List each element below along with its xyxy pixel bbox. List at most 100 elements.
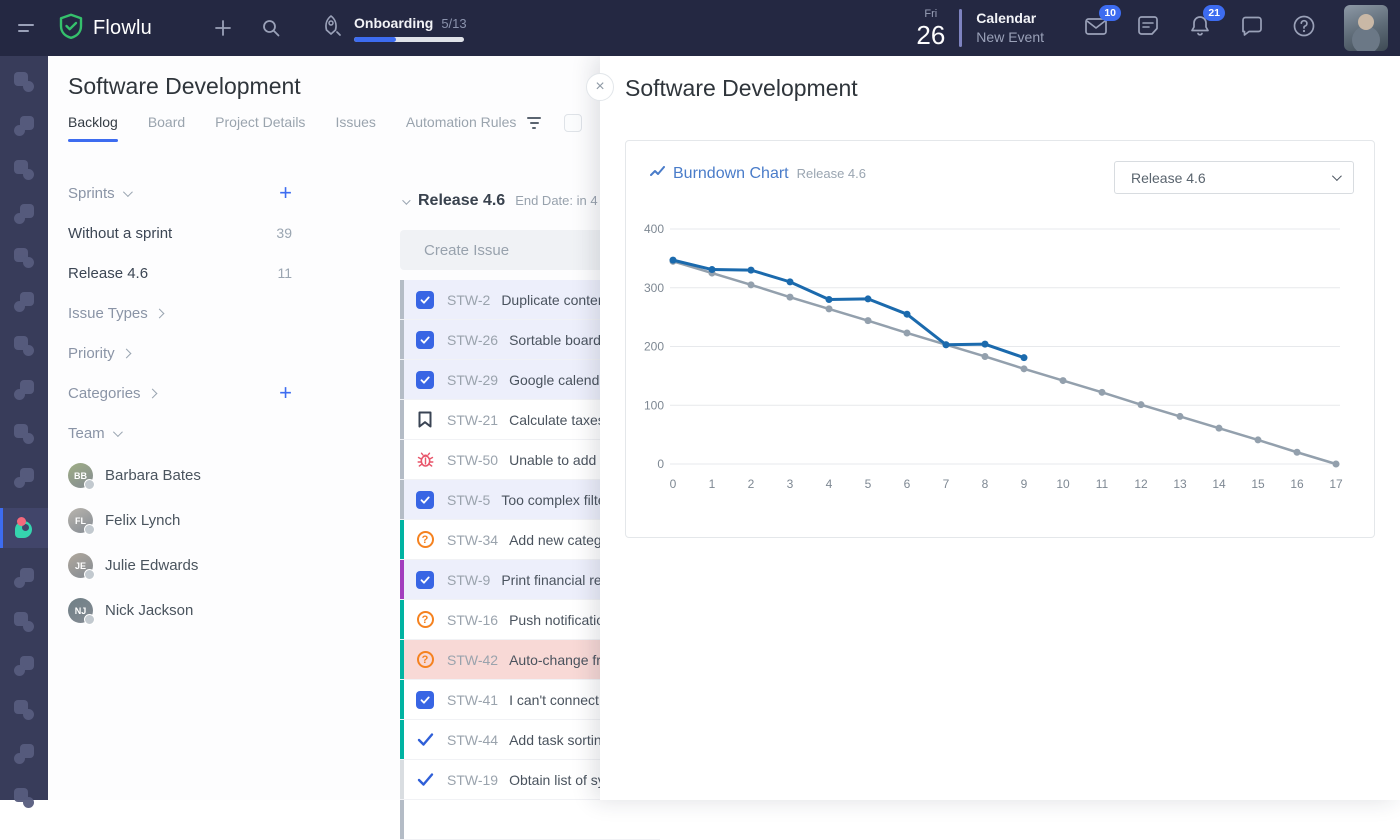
calendar-label: Calendar xyxy=(976,9,1044,28)
project-detail-panel: × Software Development Burndown Chart Re… xyxy=(600,56,1400,800)
rail-app-icon[interactable] xyxy=(6,784,42,812)
rail-app-icon[interactable] xyxy=(6,112,42,140)
rail-app-icon[interactable] xyxy=(6,464,42,492)
rail-app-icon[interactable] xyxy=(6,608,42,636)
help-button[interactable] xyxy=(1291,13,1317,44)
calendar-divider xyxy=(959,9,962,47)
user-avatar[interactable] xyxy=(1344,5,1388,51)
sidebar-sprint-release-4.6[interactable]: Release 4.611 xyxy=(68,253,292,293)
toolbar-checkbox[interactable] xyxy=(564,114,582,132)
tab-automation-rules[interactable]: Automation Rules xyxy=(406,114,517,142)
chat-button[interactable] xyxy=(1239,13,1265,44)
onboarding-progress-bar xyxy=(354,37,464,42)
ideal-data-point xyxy=(1060,377,1067,384)
weekday-label: Fri xyxy=(916,9,945,20)
task-checkbox-icon xyxy=(416,291,434,309)
agile-projects-icon[interactable] xyxy=(0,508,48,548)
page-title: Software Development xyxy=(68,73,301,100)
rail-app-icon[interactable] xyxy=(6,740,42,768)
ideal-data-point xyxy=(787,294,794,301)
onboarding-progress-count: 5/13 xyxy=(441,16,466,31)
actual-data-point xyxy=(787,278,794,285)
rail-app-icon[interactable] xyxy=(6,376,42,404)
app-icon xyxy=(13,743,35,765)
tab-backlog[interactable]: Backlog xyxy=(68,114,118,142)
notes-button[interactable] xyxy=(1135,13,1161,44)
mail-button[interactable]: 10 xyxy=(1083,13,1109,44)
today-date[interactable]: Fri 26 xyxy=(916,9,945,48)
question-icon: ? xyxy=(417,531,434,548)
actual-data-point xyxy=(865,295,872,302)
sprint-label: Without a sprint xyxy=(68,225,172,242)
rail-app-icon[interactable] xyxy=(6,288,42,316)
tab-project-details[interactable]: Project Details xyxy=(215,114,305,142)
rail-app-icon[interactable] xyxy=(6,244,42,272)
svg-text:0: 0 xyxy=(670,477,677,491)
rail-app-icon[interactable] xyxy=(6,564,42,592)
filter-icon[interactable] xyxy=(526,117,542,129)
sidebar-filter-priority[interactable]: Priority xyxy=(68,333,292,373)
filter-label: Priority xyxy=(68,345,115,362)
issue-type-bar xyxy=(400,600,404,639)
ideal-data-point xyxy=(1099,389,1106,396)
notes-icon xyxy=(1135,26,1161,43)
backlog-sidebar: Sprints + Without a sprint 39 Release 4.611I… xyxy=(68,173,292,633)
issue-key: STW-34 xyxy=(447,532,498,548)
notifications-button[interactable]: 21 xyxy=(1187,13,1213,44)
calendar-shortcut[interactable]: Calendar New Event xyxy=(976,9,1044,47)
tab-board[interactable]: Board xyxy=(148,114,185,142)
app-icon xyxy=(13,467,35,489)
hamburger-menu-icon[interactable] xyxy=(18,20,42,36)
panel-title: Software Development xyxy=(625,75,858,102)
issue-type-bar xyxy=(400,680,404,719)
app-icon xyxy=(13,247,35,269)
agile-icon xyxy=(13,517,35,539)
issue-key: STW-29 xyxy=(447,372,498,388)
sidebar-filter-categories[interactable]: Categories+ xyxy=(68,373,292,413)
notifications-badge: 21 xyxy=(1203,5,1225,21)
rail-app-icon[interactable] xyxy=(6,68,42,96)
tab-issues[interactable]: Issues xyxy=(335,114,375,142)
actual-data-point xyxy=(709,266,716,273)
add-sprint-button[interactable]: + xyxy=(279,182,292,204)
brand-logo[interactable]: Flowlu xyxy=(58,13,152,44)
team-member-nick-jackson[interactable]: NJNick Jackson xyxy=(68,588,292,633)
team-member-julie-edwards[interactable]: JEJulie Edwards xyxy=(68,543,292,588)
sidebar-section-team[interactable]: Team xyxy=(68,413,292,453)
svg-text:2: 2 xyxy=(748,477,755,491)
rail-app-icon[interactable] xyxy=(6,696,42,724)
team-member-felix-lynch[interactable]: FLFelix Lynch xyxy=(68,498,292,543)
team-member-barbara-bates[interactable]: BBBarbara Bates xyxy=(68,453,292,498)
issue-row-partial[interactable] xyxy=(400,800,660,840)
rail-app-icon[interactable] xyxy=(6,332,42,360)
ideal-data-point xyxy=(1021,365,1028,372)
bug-icon xyxy=(417,451,434,468)
brand-name: Flowlu xyxy=(93,17,152,40)
sprints-label: Sprints xyxy=(68,185,115,202)
onboarding-widget[interactable]: Onboarding 5/13 xyxy=(318,13,467,44)
create-plus-icon[interactable] xyxy=(212,17,234,39)
chevron-down-icon xyxy=(123,187,133,197)
chevron-down-icon xyxy=(113,427,123,437)
close-panel-button[interactable]: × xyxy=(586,73,614,101)
sprint-count: 39 xyxy=(276,225,292,241)
sidebar-filter-issue-types[interactable]: Issue Types xyxy=(68,293,292,333)
svg-text:11: 11 xyxy=(1096,477,1109,491)
app-icon xyxy=(13,567,35,589)
add-category-button[interactable]: + xyxy=(279,382,292,404)
rail-app-icon[interactable] xyxy=(6,200,42,228)
ideal-data-point xyxy=(748,281,755,288)
member-name: Barbara Bates xyxy=(105,467,201,484)
search-icon[interactable] xyxy=(260,17,282,39)
help-icon xyxy=(1291,26,1317,43)
top-bar: Flowlu Onboarding 5/13 Fri 26 Calendar N… xyxy=(0,0,1400,56)
issue-type-bar xyxy=(400,760,404,799)
rail-app-icon[interactable] xyxy=(6,652,42,680)
sidebar-sprint-without-a-sprint[interactable]: Without a sprint 39 xyxy=(68,213,292,253)
sprint-count: 11 xyxy=(277,265,292,281)
svg-text:7: 7 xyxy=(943,477,950,491)
rail-app-icon[interactable] xyxy=(6,420,42,448)
rail-app-icon[interactable] xyxy=(6,156,42,184)
ideal-data-point xyxy=(1333,461,1340,468)
sidebar-section-sprints[interactable]: Sprints + xyxy=(68,173,292,213)
